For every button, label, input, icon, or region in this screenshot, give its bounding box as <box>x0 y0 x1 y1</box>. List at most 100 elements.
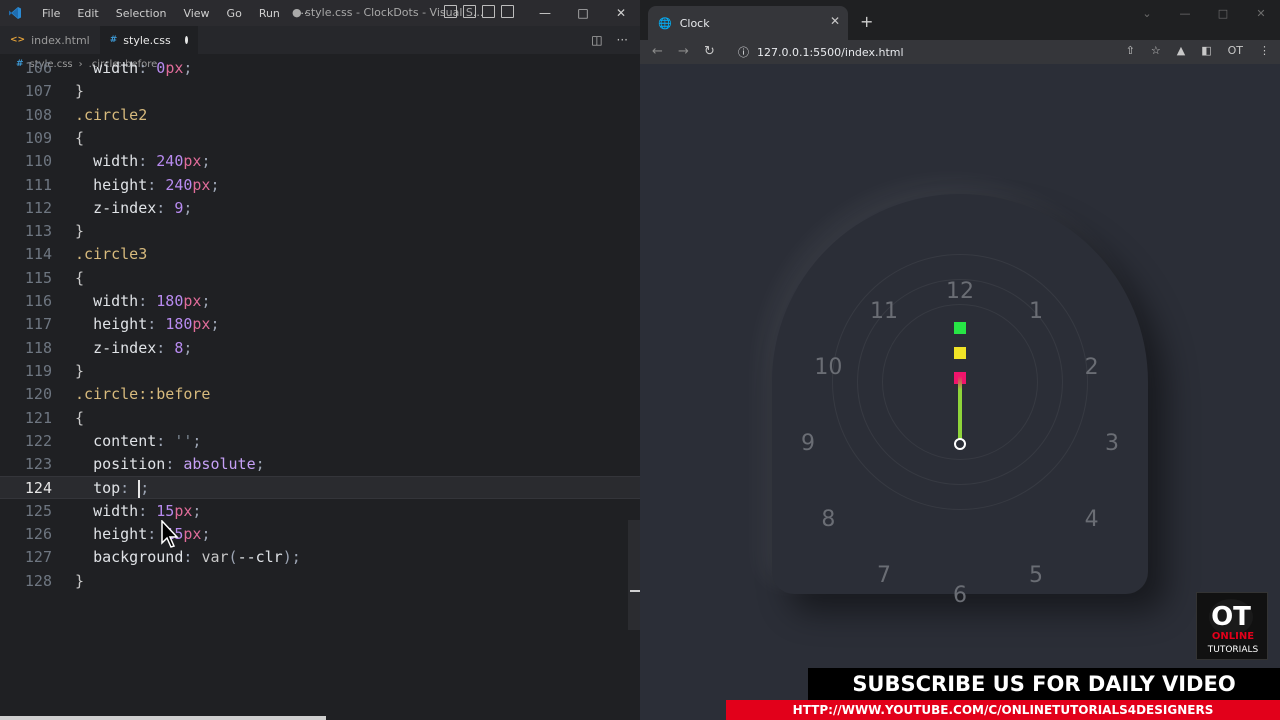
line-number: 121 <box>24 408 52 427</box>
globe-icon: 🌐 <box>658 16 672 30</box>
code-line[interactable]: 107} <box>0 80 640 103</box>
code-line[interactable]: 111 height: 240px; <box>0 174 640 197</box>
code-text: width: 15px; <box>93 501 202 520</box>
code-line[interactable]: 126 height: 15px; <box>0 523 640 546</box>
code-line[interactable]: 117 height: 180px; <box>0 313 640 336</box>
mouse-pointer-icon <box>160 519 180 552</box>
horizontal-scrollbar[interactable] <box>0 716 326 720</box>
bookmark-star-icon[interactable]: ☆ <box>1151 44 1161 57</box>
code-text: } <box>75 361 85 380</box>
code-line[interactable]: 113} <box>0 220 640 243</box>
subscribe-banner: SUBSCRIBE US FOR DAILY VIDEO <box>808 668 1280 700</box>
unsaved-dot-icon[interactable] <box>184 36 188 44</box>
side-panel-icon[interactable]: ◧ <box>1201 44 1211 57</box>
browser-window-controls: ⌄ — □ ✕ <box>1128 0 1280 26</box>
menu-item[interactable]: File <box>34 7 69 20</box>
code-line[interactable]: 124 top: ; <box>0 476 640 500</box>
reload-icon[interactable]: ↻ <box>704 44 715 59</box>
code-line[interactable]: 110 width: 240px; <box>0 150 640 173</box>
vscode-window: File Edit Selection View Go Run ··· ● style.cs… <box>0 0 640 720</box>
clock-number: 4 <box>1084 507 1099 532</box>
green-dot <box>954 322 966 334</box>
url-text: 127.0.0.1:5500/index.html <box>757 45 904 59</box>
clock-number: 8 <box>821 507 836 532</box>
code-line[interactable]: 121 { <box>0 407 640 430</box>
info-icon[interactable]: ⓘ <box>738 44 749 60</box>
menu-item[interactable]: Run <box>251 7 289 20</box>
forward-icon[interactable]: → <box>678 44 689 59</box>
toggle-sidebar-icon[interactable] <box>444 5 457 18</box>
code-text: { <box>75 268 85 287</box>
back-icon[interactable]: ← <box>652 44 663 59</box>
code-line[interactable]: 128} <box>0 570 640 593</box>
code-line[interactable]: 125 width: 15px; <box>0 500 640 523</box>
code-text: height: 240px; <box>93 175 220 194</box>
minimize-icon[interactable]: — <box>526 0 564 26</box>
code-text: .circle3 <box>75 245 148 264</box>
code-line[interactable]: 114 .circle3 <box>0 243 640 266</box>
clock-hand <box>958 376 962 444</box>
maximize-icon[interactable]: □ <box>1204 0 1242 26</box>
code-text: } <box>75 82 85 101</box>
tab-label: style.css <box>123 33 171 47</box>
tab-style-css[interactable]: # style.css <box>99 26 198 54</box>
line-number: 106 <box>24 60 52 77</box>
share-icon[interactable]: ⇧ <box>1126 44 1135 57</box>
code-text: { <box>75 128 85 147</box>
address-bar[interactable]: ⓘ 127.0.0.1:5500/index.html <box>728 41 1116 63</box>
split-editor-icon[interactable]: ◫ <box>591 33 602 47</box>
code-line[interactable]: 115 { <box>0 267 640 290</box>
code-line[interactable]: 106 width: 0px; <box>0 60 640 80</box>
toggle-panel-icon[interactable] <box>463 5 476 18</box>
code-text: width: 240px; <box>93 152 211 171</box>
close-icon[interactable]: ✕ <box>1242 0 1280 26</box>
code-line[interactable]: 112 z-index: 9; <box>0 197 640 220</box>
code-line[interactable]: 119} <box>0 360 640 383</box>
maximize-icon[interactable]: □ <box>564 0 602 26</box>
toggle-secondary-sidebar-icon[interactable] <box>482 5 495 18</box>
line-number: 117 <box>24 315 52 334</box>
menu-kebab-icon[interactable]: ⋮ <box>1259 44 1270 57</box>
line-number: 116 <box>24 292 52 310</box>
extensions-icon[interactable]: ▲ <box>1177 44 1185 57</box>
more-actions-icon[interactable]: ··· <box>617 33 628 47</box>
line-number: 123 <box>24 455 52 474</box>
tab-index-html[interactable]: <> index.html <box>0 26 100 54</box>
clock-number: 9 <box>801 431 815 456</box>
code-text: { <box>75 408 85 427</box>
clock-number: 10 <box>814 355 843 380</box>
code-line[interactable]: 109 { <box>0 127 640 150</box>
line-number: 126 <box>24 525 52 543</box>
code-text: z-index: 8; <box>93 338 193 357</box>
menu-item[interactable]: Selection <box>108 7 176 20</box>
menu-item[interactable]: View <box>175 7 218 20</box>
profile-icon[interactable]: OT <box>1228 44 1243 57</box>
minimize-icon[interactable]: — <box>1166 0 1204 26</box>
new-tab-icon[interactable]: + <box>860 12 873 31</box>
close-icon[interactable]: ✕ <box>602 0 640 26</box>
editor-tabs: <> index.html # style.css <box>0 26 640 54</box>
menu-item[interactable]: Go <box>219 7 251 20</box>
line-number: 110 <box>24 152 52 171</box>
browser-tab-clock[interactable]: 🌐 Clock ✕ <box>648 6 848 40</box>
code-line[interactable]: 123 position: absolute; <box>0 453 640 476</box>
code-editor[interactable]: 106 width: 0px; 107} 108 .circle2 109{110 wi… <box>0 60 640 620</box>
code-line[interactable]: 116 width: 180px; <box>0 290 640 313</box>
close-tab-icon[interactable]: ✕ <box>830 14 840 28</box>
line-number: 127 <box>24 548 52 567</box>
code-line[interactable]: 127 background: var(--clr); <box>0 546 640 569</box>
scrollbar[interactable] <box>628 520 640 630</box>
menu-bar: File Edit Selection View Go Run ··· <box>34 7 316 20</box>
customize-layout-icon[interactable] <box>501 5 514 18</box>
code-line[interactable]: 120 .circle::before <box>0 383 640 406</box>
tab-search-icon[interactable]: ⌄ <box>1128 0 1166 26</box>
line-number: 119 <box>24 361 52 380</box>
code-line[interactable]: 108 .circle2 <box>0 104 640 127</box>
code-line[interactable]: 122 content: ''; <box>0 430 640 453</box>
vscode-window-controls: — □ ✕ <box>526 0 640 26</box>
line-number: 114 <box>24 245 52 264</box>
menu-item[interactable]: Edit <box>69 7 107 20</box>
code-line[interactable]: 118 z-index: 8; <box>0 337 640 360</box>
line-number: 112 <box>24 198 52 217</box>
yellow-dot <box>954 347 966 359</box>
